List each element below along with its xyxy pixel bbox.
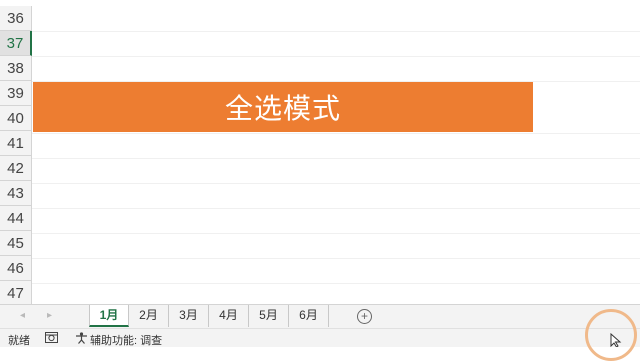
status-ready-text: 就绪 (8, 335, 30, 347)
row-header-39[interactable]: 39 (0, 81, 32, 106)
add-sheet-icon[interactable]: + (357, 309, 372, 324)
mouse-cursor-icon (610, 333, 622, 347)
row-header-46[interactable]: 46 (0, 256, 32, 281)
gridline (32, 233, 640, 234)
gridline (32, 158, 640, 159)
macro-record-icon[interactable] (45, 332, 58, 343)
row-header-47[interactable]: 47 (0, 281, 32, 304)
worksheet-grid[interactable]: 36 37 38 39 40 41 42 43 44 45 46 47 全选模式 (0, 0, 640, 304)
row-header-45[interactable]: 45 (0, 231, 32, 256)
sheet-tab-4[interactable]: 4月 (209, 305, 249, 327)
accessibility-status[interactable]: 辅助功能: 调查 (90, 332, 162, 348)
row-headers: 36 37 38 39 40 41 42 43 44 45 46 47 (0, 6, 32, 304)
scroll-tabs-left-icon[interactable]: ◂ (20, 310, 25, 321)
gridline (32, 208, 640, 209)
gridline (32, 31, 640, 32)
row-header-40[interactable]: 40 (0, 106, 32, 131)
merged-cell-banner[interactable]: 全选模式 (33, 82, 533, 132)
status-bar: 就绪 辅助功能: 调查 (0, 328, 640, 347)
row-header-44[interactable]: 44 (0, 206, 32, 231)
row-header-43[interactable]: 43 (0, 181, 32, 206)
gridline (32, 183, 640, 184)
gridline (32, 56, 640, 57)
sheet-tab-1[interactable]: 1月 (89, 305, 129, 327)
row-header-42[interactable]: 42 (0, 156, 32, 181)
sheet-tab-3[interactable]: 3月 (169, 305, 209, 327)
sheet-tab-2[interactable]: 2月 (129, 305, 169, 327)
row-header-41[interactable]: 41 (0, 131, 32, 156)
accessibility-icon[interactable] (75, 332, 88, 344)
gridline (32, 133, 640, 134)
sheet-tab-bar: ◂ ▸ 1月 2月 3月 4月 5月 6月 + (0, 304, 640, 328)
row-header-37[interactable]: 37 (0, 31, 32, 56)
sheet-tab-6[interactable]: 6月 (289, 305, 329, 327)
sheet-tab-5[interactable]: 5月 (249, 305, 289, 327)
banner-text: 全选模式 (224, 92, 341, 125)
row-header-38[interactable]: 38 (0, 56, 32, 81)
scroll-tabs-right-icon[interactable]: ▸ (47, 310, 52, 321)
row-header-36[interactable]: 36 (0, 6, 32, 31)
gridline (32, 283, 640, 284)
gridline (32, 258, 640, 259)
